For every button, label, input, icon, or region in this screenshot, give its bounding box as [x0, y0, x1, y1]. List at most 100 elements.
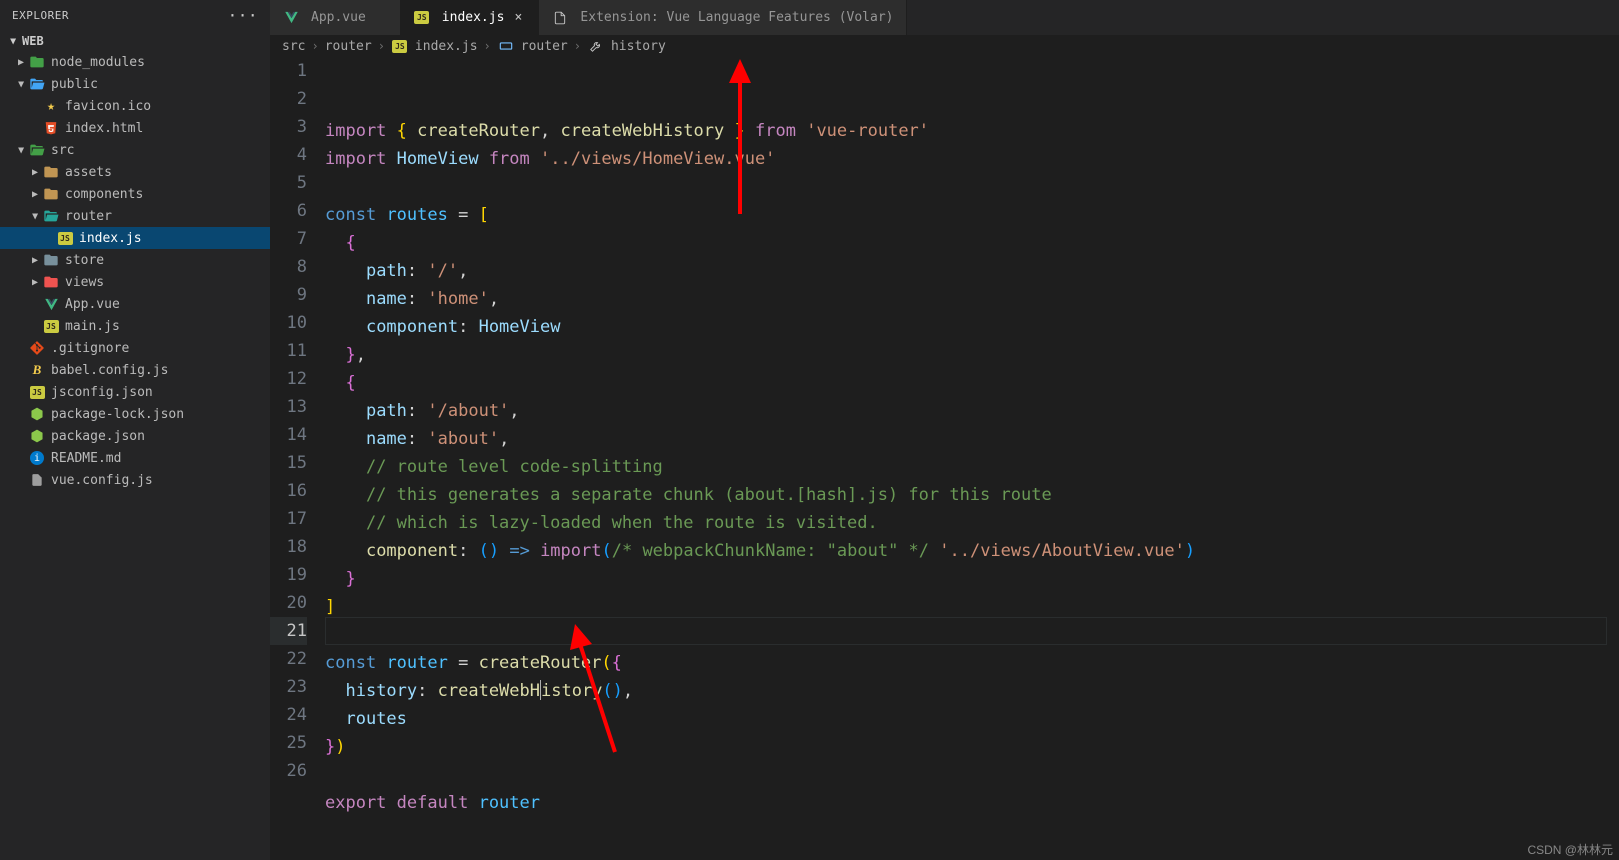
- node-icon: [28, 427, 46, 445]
- babel-icon: B: [28, 361, 46, 379]
- tree-item-store[interactable]: ▶store: [0, 249, 270, 271]
- vue-icon: [282, 9, 300, 27]
- tree-item-main-js[interactable]: JS main.js: [0, 315, 270, 337]
- line-number: 18: [270, 533, 307, 561]
- tree-item-label: store: [65, 253, 104, 268]
- code-line: [325, 173, 1619, 201]
- tree-item-vue-config-js[interactable]: vue.config.js: [0, 469, 270, 491]
- code-line: component: HomeView: [325, 313, 1619, 341]
- code-line: const routes = [: [325, 201, 1619, 229]
- vue-icon: [42, 295, 60, 313]
- html-icon: [42, 119, 60, 137]
- chevron-icon: ▶: [30, 209, 41, 223]
- app-root: EXPLORER ··· ▶ WEB ▶node_modules▶public★…: [0, 0, 1619, 860]
- line-number: 20: [270, 589, 307, 617]
- readme-icon: i: [28, 449, 46, 467]
- chevron-icon: ▶: [16, 77, 27, 91]
- js-icon: JS: [42, 317, 60, 335]
- explorer-title: EXPLORER: [12, 9, 69, 22]
- code-line: [325, 621, 1619, 649]
- tab-label: Extension: Vue Language Features (Volar): [580, 10, 893, 25]
- tree-item-label: vue.config.js: [51, 473, 153, 488]
- editor-tab[interactable]: App.vue×: [270, 0, 401, 35]
- breadcrumb-item[interactable]: router: [497, 37, 568, 55]
- tree-item-node-modules[interactable]: ▶node_modules: [0, 51, 270, 73]
- js-icon: JS: [391, 37, 409, 55]
- tree-item-assets[interactable]: ▶assets: [0, 161, 270, 183]
- line-number: 13: [270, 393, 307, 421]
- extension-icon: [551, 9, 569, 27]
- line-number: 6: [270, 197, 307, 225]
- tree-item-router[interactable]: ▶ router: [0, 205, 270, 227]
- code-line: // route level code-splitting: [325, 453, 1619, 481]
- tree-item-label: router: [65, 209, 112, 224]
- file-tree[interactable]: ▶node_modules▶public★favicon.icoindex.ht…: [0, 51, 270, 860]
- tree-item-label: views: [65, 275, 104, 290]
- explorer-section-web[interactable]: ▶ WEB: [0, 31, 270, 51]
- breadcrumb-item[interactable]: history: [587, 37, 666, 55]
- breadcrumb-label: src: [282, 39, 305, 54]
- chevron-right-icon: ›: [572, 39, 583, 53]
- property-icon: [587, 37, 605, 55]
- chevron-icon: ▶: [16, 143, 27, 157]
- tree-item-label: package.json: [51, 429, 145, 444]
- line-number: 26: [270, 757, 307, 785]
- line-number: 2: [270, 85, 307, 113]
- code-editor[interactable]: 1234567891011121314151617181920212223242…: [270, 57, 1619, 860]
- tree-item-label: node_modules: [51, 55, 145, 70]
- tree-item-label: src: [51, 143, 74, 158]
- code-line: },: [325, 341, 1619, 369]
- minimap[interactable]: [1607, 57, 1619, 860]
- folder-icon: [42, 207, 60, 225]
- folder-icon: [42, 251, 60, 269]
- line-number: 14: [270, 421, 307, 449]
- chevron-right-icon: ›: [309, 39, 320, 53]
- tree-item-label: index.js: [79, 231, 142, 246]
- tree-item-app-vue[interactable]: App.vue: [0, 293, 270, 315]
- variable-icon: [497, 37, 515, 55]
- tree-item-index-js[interactable]: JS index.js: [0, 227, 270, 249]
- tree-item-src[interactable]: ▶ src: [0, 139, 270, 161]
- code-line: path: '/about',: [325, 397, 1619, 425]
- tree-item-favicon-ico[interactable]: ★favicon.ico: [0, 95, 270, 117]
- breadcrumbs[interactable]: src›router›JSindex.js›router›history: [270, 35, 1619, 57]
- breadcrumb-label: router: [521, 39, 568, 54]
- js-icon: JS: [56, 229, 74, 247]
- tree-item-public[interactable]: ▶ public: [0, 73, 270, 95]
- git-icon: [28, 339, 46, 357]
- tree-item-package-lock-json[interactable]: package-lock.json: [0, 403, 270, 425]
- folder-icon: [28, 141, 46, 159]
- close-icon[interactable]: ×: [510, 10, 526, 25]
- chevron-icon: ▶: [28, 167, 42, 178]
- chevron-right-icon: ›: [482, 39, 493, 53]
- tree-item-index-html[interactable]: index.html: [0, 117, 270, 139]
- breadcrumb-item[interactable]: router: [325, 39, 372, 54]
- code-line: // which is lazy-loaded when the route i…: [325, 509, 1619, 537]
- line-number: 25: [270, 729, 307, 757]
- tree-item-jsconfig-json[interactable]: JSjsconfig.json: [0, 381, 270, 403]
- breadcrumb-item[interactable]: src: [282, 39, 305, 54]
- line-number: 16: [270, 477, 307, 505]
- line-number: 4: [270, 141, 307, 169]
- breadcrumb-item[interactable]: JS index.js: [391, 37, 478, 55]
- tree-item-babel-config-js[interactable]: Bbabel.config.js: [0, 359, 270, 381]
- editor-tab[interactable]: JSindex.js×: [401, 0, 540, 35]
- tree-item-readme-md[interactable]: iREADME.md: [0, 447, 270, 469]
- more-icon[interactable]: ···: [228, 6, 258, 25]
- breadcrumb-label: index.js: [415, 39, 478, 54]
- chevron-icon: ▶: [28, 277, 42, 288]
- line-number: 15: [270, 449, 307, 477]
- line-number: 11: [270, 337, 307, 365]
- code-line: history: createWebHistory(),: [325, 677, 1619, 705]
- tree-item-components[interactable]: ▶components: [0, 183, 270, 205]
- tree-item-package-json[interactable]: package.json: [0, 425, 270, 447]
- code-line: {: [325, 229, 1619, 257]
- code-content[interactable]: import { createRouter, createWebHistory …: [325, 57, 1619, 860]
- tree-item-label: public: [51, 77, 98, 92]
- tree-item--gitignore[interactable]: .gitignore: [0, 337, 270, 359]
- code-line: }: [325, 565, 1619, 593]
- editor-tab[interactable]: Extension: Vue Language Features (Volar): [539, 0, 906, 35]
- code-line: component: () => import(/* webpackChunkN…: [325, 537, 1619, 565]
- tree-item-views[interactable]: ▶ views: [0, 271, 270, 293]
- tree-item-label: main.js: [65, 319, 120, 334]
